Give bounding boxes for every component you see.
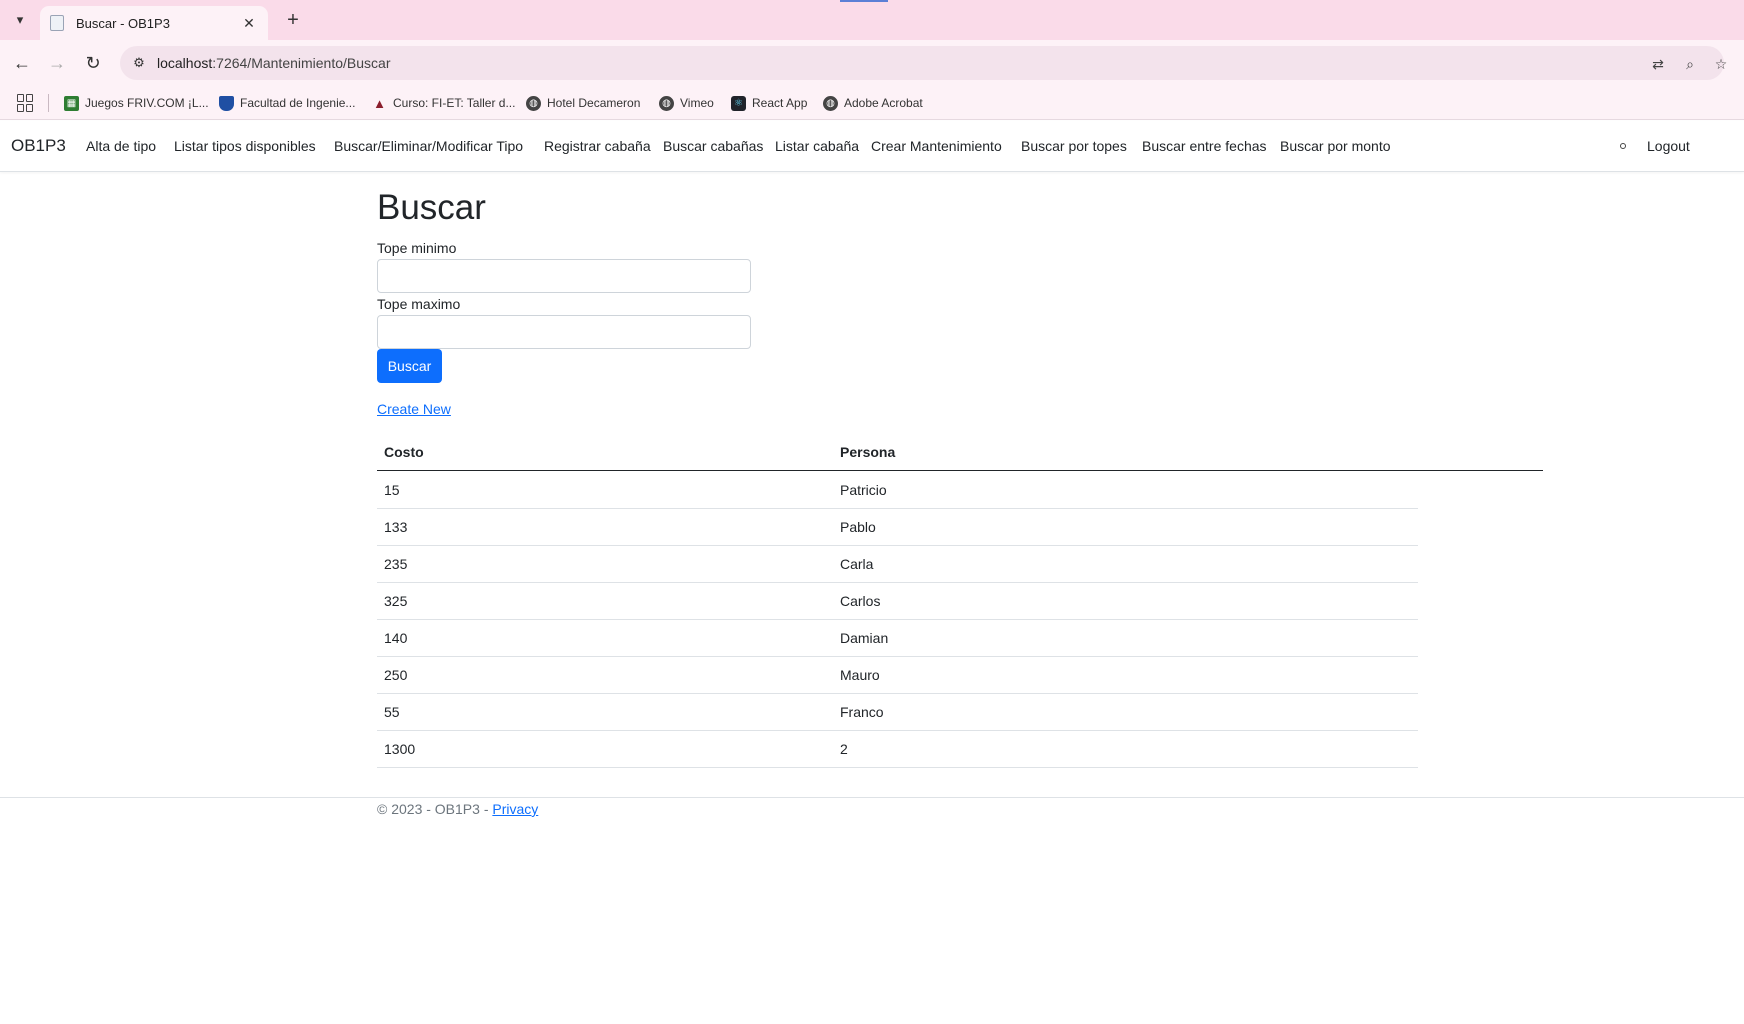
tope-maximo-input[interactable] bbox=[377, 315, 751, 349]
buscar-button[interactable]: Buscar bbox=[377, 349, 442, 383]
back-arrow-icon[interactable]: ← bbox=[10, 51, 34, 75]
nav-registrar-cabana[interactable]: Registrar cabaña bbox=[544, 138, 651, 154]
nav-buscar-eliminar-modificar-tipo[interactable]: Buscar/Eliminar/Modificar Tipo bbox=[334, 138, 523, 154]
table-row: 250 Mauro bbox=[377, 657, 1418, 694]
translate-icon[interactable]: ⇄ bbox=[1648, 54, 1668, 74]
cell-persona: Damian bbox=[840, 630, 889, 646]
table-row: 325 Carlos bbox=[377, 583, 1418, 620]
cell-costo: 250 bbox=[384, 667, 408, 683]
cell-persona: Carla bbox=[840, 556, 874, 572]
cell-costo: 133 bbox=[384, 519, 408, 535]
table-row: 55 Franco bbox=[377, 694, 1418, 731]
bookmark-item[interactable]: ▲ Curso: FI-ET: Taller d... bbox=[372, 94, 515, 112]
cell-costo: 55 bbox=[384, 704, 400, 720]
bookmark-item[interactable]: ◍ Adobe Acrobat bbox=[823, 94, 923, 112]
globe-icon: ◍ bbox=[526, 95, 541, 111]
bookmarks-bar: ▦ Juegos FRIV.COM ¡L... Facultad de Inge… bbox=[0, 86, 1744, 120]
table-row: 235 Carla bbox=[377, 546, 1418, 583]
cell-persona: Mauro bbox=[840, 667, 880, 683]
url-text[interactable]: localhost:7264/Mantenimiento/Buscar bbox=[157, 55, 390, 71]
bookmark-item[interactable]: ◍ Hotel Decameron bbox=[526, 94, 640, 112]
logout-link[interactable]: Logout bbox=[1647, 138, 1690, 154]
privacy-link[interactable]: Privacy bbox=[492, 801, 538, 817]
tope-minimo-input[interactable] bbox=[377, 259, 751, 293]
tab-title: Buscar - OB1P3 bbox=[76, 15, 170, 31]
table-row: 1300 2 bbox=[377, 731, 1418, 768]
shield-icon bbox=[219, 95, 234, 111]
react-icon: ⚛ bbox=[731, 95, 746, 111]
cell-costo: 235 bbox=[384, 556, 408, 572]
forward-arrow-icon[interactable]: → bbox=[45, 51, 69, 75]
cell-persona: 2 bbox=[840, 741, 848, 757]
cell-costo: 15 bbox=[384, 482, 400, 498]
browser-tab-active[interactable]: Buscar - OB1P3 ✕ bbox=[40, 6, 268, 40]
footer-copyright: © 2023 - OB1P3 - bbox=[377, 801, 493, 817]
table-row: 140 Damian bbox=[377, 620, 1418, 657]
navbar-brand[interactable]: OB1P3 bbox=[11, 136, 66, 156]
cell-persona: Carlos bbox=[840, 593, 881, 609]
bookmark-item[interactable]: ▦ Juegos FRIV.COM ¡L... bbox=[64, 94, 209, 112]
cell-costo: 1300 bbox=[384, 741, 416, 757]
table-header: Costo Persona bbox=[377, 441, 1543, 471]
nav-buscar-por-topes[interactable]: Buscar por topes bbox=[1021, 138, 1127, 154]
cell-costo: 325 bbox=[384, 593, 408, 609]
nav-alta-de-tipo[interactable]: Alta de tipo bbox=[86, 138, 156, 154]
max-field-label: Tope maximo bbox=[377, 296, 461, 312]
browser-toolbar: ← → ↻ ⚙ localhost:7264/Mantenimiento/Bus… bbox=[0, 40, 1744, 86]
min-field-label: Tope minimo bbox=[377, 240, 457, 256]
column-header-costo: Costo bbox=[384, 444, 424, 460]
address-bar[interactable]: ⚙ localhost:7264/Mantenimiento/Buscar bbox=[120, 46, 1724, 80]
cell-persona: Franco bbox=[840, 704, 884, 720]
nav-buscar-cabanas[interactable]: Buscar cabañas bbox=[663, 138, 763, 154]
bookmark-item[interactable]: ⚛ React App bbox=[731, 94, 807, 112]
friv-icon: ▦ bbox=[64, 95, 79, 111]
tab-list-chevron-icon[interactable]: ▾ bbox=[8, 8, 32, 32]
browser-tabstrip: ▾ Buscar - OB1P3 ✕ + bbox=[0, 0, 1744, 40]
bookmarks-separator bbox=[48, 94, 49, 112]
reload-icon[interactable]: ↻ bbox=[81, 51, 105, 75]
zoom-icon[interactable]: ⌕ bbox=[1680, 54, 1700, 74]
create-new-link[interactable]: Create New bbox=[377, 401, 451, 417]
nav-listar-tipos[interactable]: Listar tipos disponibles bbox=[174, 138, 316, 154]
nav-buscar-entre-fechas[interactable]: Buscar entre fechas bbox=[1142, 138, 1267, 154]
column-header-persona: Persona bbox=[840, 444, 896, 460]
window-indicator bbox=[840, 0, 888, 2]
new-tab-plus-icon[interactable]: + bbox=[281, 8, 305, 32]
cell-costo: 140 bbox=[384, 630, 408, 646]
app-navbar: OB1P3 Alta de tipo Listar tipos disponib… bbox=[0, 121, 1744, 172]
bookmark-item[interactable]: ◍ Vimeo bbox=[659, 94, 714, 112]
table-row: 133 Pablo bbox=[377, 509, 1418, 546]
apps-grid-icon[interactable] bbox=[17, 94, 35, 112]
bookmark-item[interactable]: Facultad de Ingenie... bbox=[219, 94, 355, 112]
bookmark-star-icon[interactable]: ☆ bbox=[1711, 54, 1731, 74]
graduation-cap-icon: ▲ bbox=[373, 95, 386, 111]
tab-close-icon[interactable]: ✕ bbox=[240, 15, 258, 32]
cell-persona: Pablo bbox=[840, 519, 876, 535]
page-title: Buscar bbox=[377, 188, 486, 227]
site-settings-icon[interactable]: ⚙ bbox=[130, 54, 148, 72]
footer: © 2023 - OB1P3 - Privacy bbox=[377, 801, 538, 817]
nav-listar-cabana[interactable]: Listar cabaña bbox=[775, 138, 859, 154]
globe-icon: ◍ bbox=[823, 95, 838, 111]
footer-divider bbox=[0, 797, 1744, 798]
cell-persona: Patricio bbox=[840, 482, 887, 498]
table-row: 15 Patricio bbox=[377, 472, 1418, 509]
page-favicon-icon bbox=[50, 15, 64, 31]
nav-buscar-por-monto[interactable]: Buscar por monto bbox=[1280, 138, 1391, 154]
nav-crear-mantenimiento[interactable]: Crear Mantenimiento bbox=[871, 138, 1002, 154]
user-status-icon bbox=[1620, 143, 1626, 149]
globe-icon: ◍ bbox=[659, 95, 674, 111]
